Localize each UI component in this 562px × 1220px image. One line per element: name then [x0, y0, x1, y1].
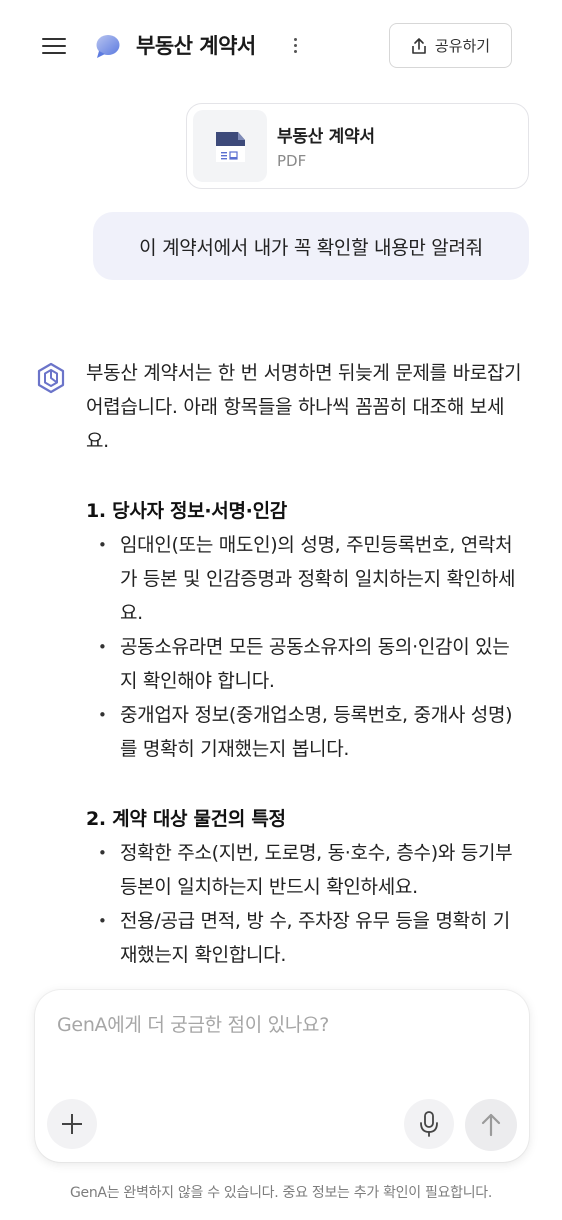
- chat-title: 부동산 계약서: [136, 34, 256, 58]
- user-message-bubble: 이 계약서에서 내가 꼭 확인할 내용만 알려줘: [93, 212, 529, 280]
- microphone-icon: [420, 1111, 438, 1137]
- list-item: 정확한 주소(지번, 도로명, 동·호수, 층수)와 등기부등본이 일치하는지 …: [86, 836, 526, 904]
- list-item: 공동소유라면 모든 공동소유자의 동의·인감이 있는지 확인해야 합니다.: [86, 630, 526, 698]
- gena-logo-icon: [37, 362, 65, 394]
- more-options-icon[interactable]: [286, 32, 306, 60]
- voice-input-button[interactable]: [404, 1099, 454, 1149]
- message-input[interactable]: [57, 1010, 497, 1040]
- section-heading: 2. 계약 대상 물건의 특정: [86, 808, 286, 830]
- chat-bubble-icon: [96, 35, 120, 58]
- disclaimer-text: GenA는 완벽하지 않을 수 있습니다. 중요 정보는 추가 확인이 필요합니…: [69, 1185, 493, 1201]
- send-button[interactable]: [465, 1099, 517, 1151]
- share-icon: [412, 37, 426, 54]
- file-name: 부동산 계약서: [277, 127, 375, 147]
- section-list: 정확한 주소(지번, 도로명, 동·호수, 층수)와 등기부등본이 일치하는지 …: [86, 836, 526, 972]
- list-item: 중개업자 정보(중개업소명, 등록번호, 중개사 성명)를 명확히 기재했는지 …: [86, 698, 526, 766]
- answer-intro: 부동산 계약서는 한 번 서명하면 뒤늦게 문제를 바로잡기 어렵습니다. 아래…: [86, 362, 522, 452]
- file-attachment-card[interactable]: 부동산 계약서 PDF: [186, 103, 529, 189]
- chat-screen: 부동산 계약서 공유하기 부동산 계약서 PDF 이 계약서에서 내가 꼭 확인…: [0, 0, 562, 1220]
- add-attachment-button[interactable]: [47, 1099, 97, 1149]
- top-bar: 부동산 계약서 공유하기: [0, 0, 562, 92]
- arrow-up-icon: [481, 1113, 501, 1137]
- section-heading: 1. 당사자 정보·서명·인감: [86, 500, 287, 522]
- section-list: 임대인(또는 매도인)의 성명, 주민등록번호, 연락처가 등본 및 인감증명과…: [86, 528, 526, 766]
- user-message-text: 이 계약서에서 내가 꼭 확인할 내용만 알려줘: [139, 236, 483, 259]
- message-composer: [35, 990, 529, 1162]
- file-thumbnail: [193, 110, 267, 182]
- share-button-label: 공유하기: [434, 37, 491, 55]
- pdf-document-icon: [216, 132, 245, 162]
- file-type-label: PDF: [277, 152, 307, 170]
- assistant-answer: 부동산 계약서는 한 번 서명하면 뒤늦게 문제를 바로잡기 어렵습니다. 아래…: [86, 356, 526, 972]
- menu-icon[interactable]: [40, 34, 68, 58]
- share-button[interactable]: 공유하기: [389, 23, 512, 68]
- list-item: 임대인(또는 매도인)의 성명, 주민등록번호, 연락처가 등본 및 인감증명과…: [86, 528, 526, 630]
